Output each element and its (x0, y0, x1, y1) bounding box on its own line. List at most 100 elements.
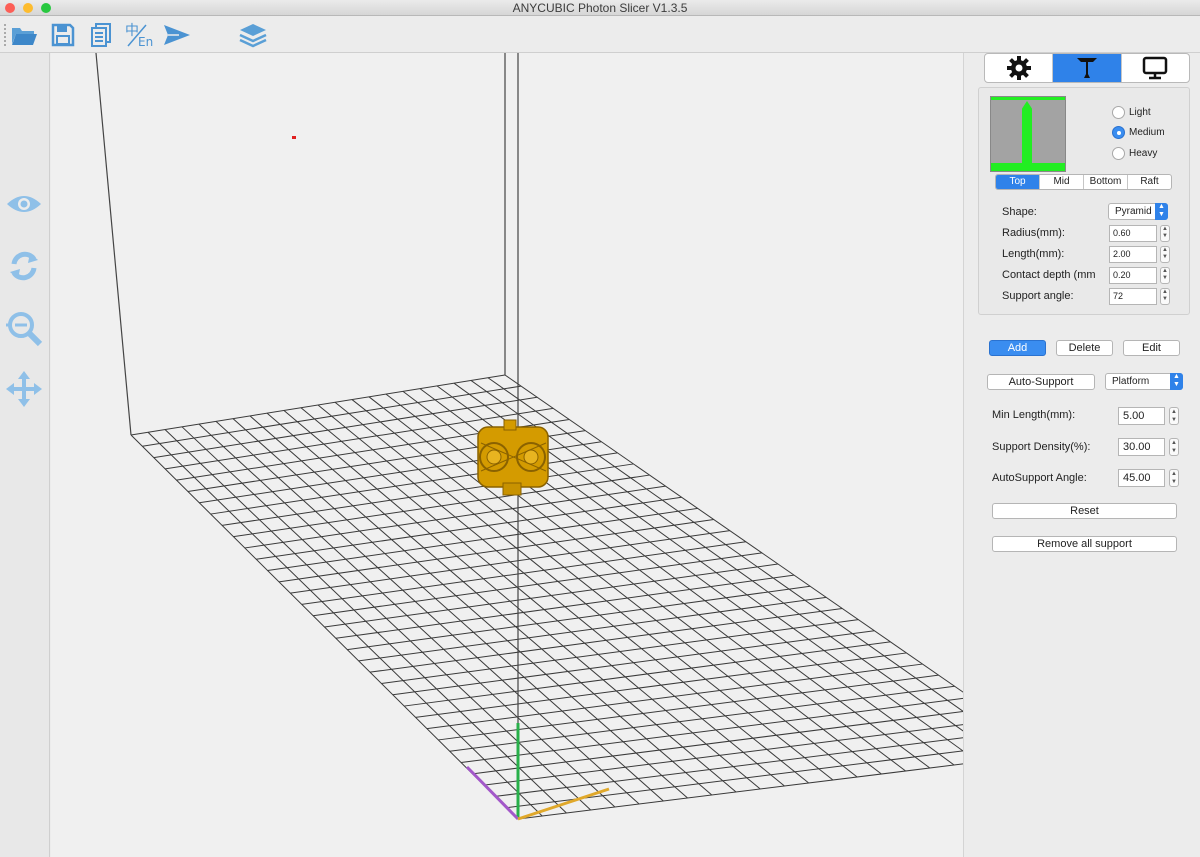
grid-line (210, 452, 618, 515)
min-length-label: Min Length(mm): (992, 409, 1076, 421)
save-button[interactable] (48, 20, 78, 50)
length-label: Length(mm): (1002, 248, 1065, 260)
copy-icon (91, 23, 111, 47)
shape-label: Shape: (1002, 206, 1037, 218)
send-icon (164, 25, 190, 45)
tab-support[interactable] (1053, 54, 1122, 82)
preview-top-plate (991, 97, 1065, 100)
tab-raft[interactable]: Raft (1128, 175, 1171, 189)
grid-line (461, 697, 963, 764)
layers-button[interactable] (238, 20, 268, 50)
close-window-button[interactable] (5, 3, 15, 13)
support-angle-input[interactable]: 72 (1109, 288, 1157, 305)
contact-depth-stepper[interactable]: ▲ ▼ (1160, 267, 1170, 284)
support-angle-stepper[interactable]: ▲ ▼ (1160, 288, 1170, 305)
tab-display[interactable] (1122, 54, 1189, 82)
grid-line (506, 750, 963, 809)
density-option-medium[interactable]: Medium (1112, 126, 1165, 139)
contact-depth-input[interactable]: 0.20 (1109, 267, 1157, 284)
copy-button[interactable] (86, 20, 116, 50)
grid-line (415, 652, 907, 718)
grid-line (381, 619, 859, 684)
zoom-icon (6, 312, 43, 347)
tab-top[interactable]: Top (996, 175, 1040, 189)
layers-icon (239, 24, 267, 48)
open-folder-icon (12, 28, 37, 45)
min-length-stepper[interactable]: ▲ ▼ (1169, 407, 1179, 425)
edit-support-button[interactable]: Edit (1123, 340, 1180, 356)
remove-all-support-button[interactable]: Remove all support (992, 536, 1177, 552)
title-bar: ANYCUBIC Photon Slicer V1.3.5 (0, 0, 1200, 16)
grid-line (301, 541, 746, 605)
grid-line (517, 763, 963, 820)
3d-viewport[interactable] (51, 53, 963, 857)
delete-support-button[interactable]: Delete (1056, 340, 1113, 356)
axis-gizmo (465, 723, 610, 821)
radio-button[interactable] (1112, 147, 1125, 160)
support-density-stepper[interactable]: ▲ ▼ (1169, 438, 1179, 456)
autosupport-angle-stepper[interactable]: ▲ ▼ (1169, 469, 1179, 487)
grid-line (335, 574, 795, 639)
density-option-heavy[interactable]: Heavy (1112, 147, 1157, 160)
move-view-button[interactable] (5, 370, 43, 408)
autosupport-angle-label: AutoSupport Angle: (992, 472, 1087, 484)
eye-icon (7, 196, 41, 212)
grid-line (278, 519, 714, 583)
view-tools-sidebar (0, 53, 50, 857)
min-length-input[interactable]: 5.00 (1118, 407, 1165, 425)
density-option-light[interactable]: Light (1112, 106, 1151, 119)
window-title: ANYCUBIC Photon Slicer V1.3.5 (512, 1, 688, 15)
grid-line (256, 496, 682, 560)
support-angle-label: Support angle: (1002, 290, 1074, 302)
auto-support-mode-value: Platform (1112, 376, 1150, 387)
radio-button[interactable] (1112, 106, 1125, 119)
support-part-segmented: Top Mid Bottom Raft (995, 174, 1172, 190)
panel-tab-bar (984, 53, 1190, 83)
send-button[interactable] (162, 20, 192, 50)
main-toolbar: 中 En (0, 16, 1200, 53)
grid-line (369, 607, 843, 673)
save-icon (51, 23, 75, 47)
support-icon (1076, 58, 1097, 78)
grid-line (290, 530, 730, 594)
chevron-updown-icon: ▲ ▼ (1155, 203, 1168, 220)
shape-select[interactable]: Pyramid ▲ ▼ (1108, 203, 1168, 220)
auto-support-mode-select[interactable]: Platform ▲ ▼ (1105, 373, 1183, 390)
length-input[interactable]: 2.00 (1109, 246, 1157, 263)
grid-line (233, 474, 650, 538)
language-zh-en-icon: 中 En (125, 23, 153, 49)
radio-button[interactable] (1112, 126, 1125, 139)
autosupport-angle-input[interactable]: 45.00 (1118, 469, 1165, 487)
build-scene[interactable] (51, 53, 963, 857)
length-stepper[interactable]: ▲ ▼ (1160, 246, 1170, 263)
zoom-window-button[interactable] (41, 3, 51, 13)
grid-line (244, 485, 666, 549)
support-parameters-group: Light Medium Heavy Top Mid Bottom Raft S… (978, 87, 1190, 315)
grid-line (313, 552, 763, 617)
3d-model[interactable] (477, 419, 549, 496)
auto-support-button[interactable]: Auto-Support (987, 374, 1095, 390)
chevron-updown-icon: ▲ ▼ (1170, 373, 1183, 390)
radius-stepper[interactable]: ▲ ▼ (1160, 225, 1170, 242)
grid-line (426, 663, 923, 730)
zoom-view-button[interactable] (5, 309, 43, 347)
open-folder-button[interactable] (9, 20, 39, 50)
support-preview-image (990, 96, 1066, 172)
add-support-button[interactable]: Add (989, 340, 1046, 356)
minimize-window-button[interactable] (23, 3, 33, 13)
monitor-icon (1143, 56, 1168, 80)
tab-mid[interactable]: Mid (1040, 175, 1084, 189)
grid-line (347, 585, 811, 651)
radius-input[interactable]: 0.60 (1109, 225, 1157, 242)
tab-settings[interactable] (985, 54, 1054, 82)
tab-bottom[interactable]: Bottom (1084, 175, 1128, 189)
view-visibility-button[interactable] (5, 185, 43, 223)
light-marker (292, 136, 296, 139)
language-button[interactable]: 中 En (124, 20, 154, 50)
grid-line (449, 685, 955, 752)
rotate-view-button[interactable] (5, 247, 43, 285)
grid-line (324, 563, 779, 628)
rotate-icon (10, 251, 38, 281)
support-density-input[interactable]: 30.00 (1118, 438, 1165, 456)
reset-button[interactable]: Reset (992, 503, 1177, 519)
